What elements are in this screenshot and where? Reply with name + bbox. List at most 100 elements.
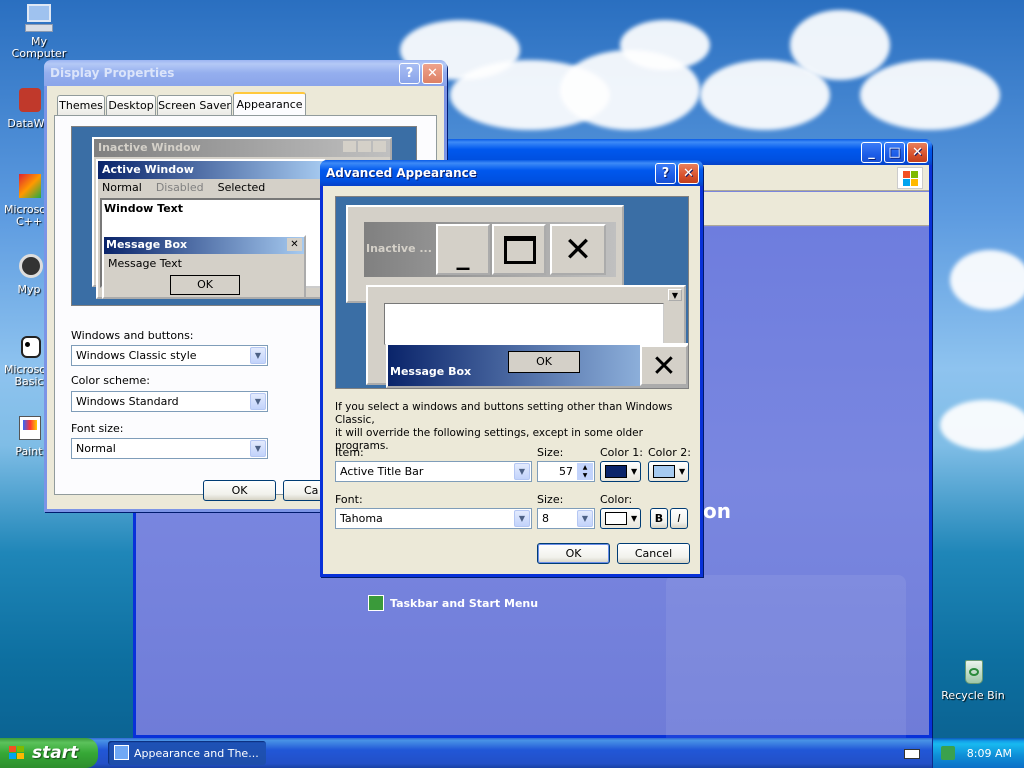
font-label: Font:: [335, 493, 363, 506]
datawa-icon: [13, 84, 45, 116]
italic-toggle[interactable]: I: [670, 508, 688, 529]
color-scheme-select[interactable]: Windows Standard ▼: [71, 391, 268, 412]
close-button[interactable]: ✕: [907, 141, 928, 163]
start-button[interactable]: start: [0, 738, 98, 768]
chevron-down-icon[interactable]: ▼: [250, 347, 266, 364]
cancel-button[interactable]: Cancel: [617, 543, 690, 564]
chevron-down-icon[interactable]: ▼: [577, 510, 593, 527]
preview-menu-selected: Selected: [217, 181, 266, 194]
windows-buttons-value: Windows Classic style: [76, 349, 197, 362]
system-tray: 8:09 AM: [932, 738, 1024, 768]
chevron-down-icon[interactable]: ▼: [250, 393, 266, 410]
tab-appearance[interactable]: Appearance: [233, 92, 306, 115]
preview-message-box: Message Box OK ✕: [386, 343, 688, 388]
chevron-down-icon: ▼: [631, 467, 638, 476]
taskbar-icon: [368, 595, 384, 611]
maximize-icon: [492, 224, 546, 275]
taskbar-item-label: Appearance and The...: [134, 746, 259, 760]
tab-themes[interactable]: Themes: [57, 95, 105, 115]
preview-msgbox-title: Message Box: [106, 238, 188, 251]
help-button[interactable]: ?: [399, 62, 420, 84]
advanced-preview: Inactive ... _ ✕ ▼ Message Box OK ✕: [335, 196, 689, 389]
color-scheme-label: Color scheme:: [71, 374, 150, 387]
color2-swatch: [653, 465, 675, 478]
dalmatian-icon: [13, 330, 45, 362]
windows-logo-icon: [897, 167, 923, 189]
chevron-down-icon[interactable]: ▼: [514, 463, 530, 480]
bold-toggle[interactable]: B: [650, 508, 668, 529]
chevron-down-icon[interactable]: ▼: [514, 510, 530, 527]
minimize-button[interactable]: _: [861, 141, 882, 163]
window-title: Display Properties: [50, 66, 175, 80]
font-color-picker[interactable]: ▼: [600, 508, 641, 529]
size-label: Size:: [537, 446, 564, 459]
chevron-down-icon: ▼: [679, 467, 686, 476]
close-icon: ✕: [640, 345, 688, 386]
computer-icon: [23, 2, 55, 34]
taskbar: start Appearance and The... 8:09 AM: [0, 738, 1024, 768]
tab-screen-saver[interactable]: Screen Saver: [157, 95, 232, 115]
desktop-icon-label: Recycle Bin: [941, 689, 1005, 702]
desktop-icon-label: My Computer: [11, 35, 67, 60]
desktop-icon-recycle-bin[interactable]: Recycle Bin: [936, 656, 1010, 702]
info-text-line-1: If you select a windows and buttons sett…: [335, 401, 673, 426]
close-button[interactable]: ✕: [678, 162, 699, 184]
font-size-label: Size:: [537, 493, 564, 506]
chevron-down-icon: ▼: [631, 514, 638, 523]
preview-ok-button: OK: [508, 351, 580, 373]
start-label: start: [32, 743, 79, 763]
item-select[interactable]: Active Title Bar ▼: [335, 461, 532, 482]
windows-buttons-select[interactable]: Windows Classic style ▼: [71, 345, 268, 366]
close-button[interactable]: ✕: [422, 62, 443, 84]
color2-picker[interactable]: ▼: [648, 461, 689, 482]
control-panel-icon: [114, 745, 129, 760]
recycle-bin-icon: [957, 656, 989, 688]
close-icon: ✕: [287, 238, 302, 251]
maximize-button[interactable]: □: [884, 141, 905, 163]
font-size-value: 8: [542, 512, 549, 525]
chevron-down-icon[interactable]: ▼: [250, 440, 266, 457]
minimize-icon: _: [436, 224, 490, 275]
scroll-down-icon: ▼: [668, 289, 682, 301]
font-select[interactable]: Tahoma ▼: [335, 508, 532, 529]
advanced-appearance-titlebar: Advanced Appearance ? ✕: [320, 160, 703, 186]
taskbar-link-label: Taskbar and Start Menu: [390, 596, 539, 610]
preview-menu-normal: Normal: [102, 181, 142, 194]
font-color-label: Color:: [600, 493, 633, 506]
color1-swatch: [605, 465, 627, 478]
raccoon-icon: [13, 250, 45, 282]
close-icon: ✕: [550, 224, 606, 275]
color2-label: Color 2:: [648, 446, 691, 459]
keyboard-icon[interactable]: [904, 749, 920, 759]
ok-button[interactable]: OK: [537, 543, 610, 564]
ok-button[interactable]: OK: [203, 480, 276, 501]
font-size-label: Font size:: [71, 422, 124, 435]
font-size-select[interactable]: Normal ▼: [71, 438, 268, 459]
font-size-select[interactable]: 8 ▼: [537, 508, 595, 529]
size-spinner[interactable]: 57 ▲ ▼: [537, 461, 595, 482]
windows-flag-icon: [9, 746, 25, 760]
item-value: Active Title Bar: [340, 465, 424, 478]
tab-desktop[interactable]: Desktop: [106, 95, 156, 115]
clock[interactable]: 8:09 AM: [967, 747, 1012, 760]
color1-label: Color 1:: [600, 446, 643, 459]
preview-msgbox-title: Message Box: [390, 365, 472, 378]
taskbar-start-menu-link[interactable]: Taskbar and Start Menu: [368, 595, 538, 611]
advanced-appearance-dialog: Advanced Appearance ? ✕ Inactive ... _ ✕…: [320, 160, 703, 577]
preview-inactive-title: Inactive Window: [98, 141, 201, 154]
desktop-icon-my-computer[interactable]: My Computer: [2, 2, 76, 60]
windows-buttons-label: Windows and buttons:: [71, 329, 194, 342]
spinner-down-icon[interactable]: ▼: [577, 471, 593, 480]
display-properties-titlebar: Display Properties ? ✕: [44, 60, 447, 86]
color1-picker[interactable]: ▼: [600, 461, 641, 482]
font-size-value: Normal: [76, 442, 116, 455]
font-value: Tahoma: [340, 512, 383, 525]
taskbar-item-appearance[interactable]: Appearance and The...: [108, 741, 266, 765]
preview-inactive-title: Inactive ...: [366, 242, 432, 255]
checkmark-decoration-icon: [666, 575, 906, 745]
preview-active-title: Active Window: [98, 161, 324, 179]
network-icon[interactable]: [941, 746, 955, 760]
cancel-button[interactable]: Ca: [283, 480, 323, 501]
help-button[interactable]: ?: [655, 162, 676, 184]
paint-icon: [13, 412, 45, 444]
